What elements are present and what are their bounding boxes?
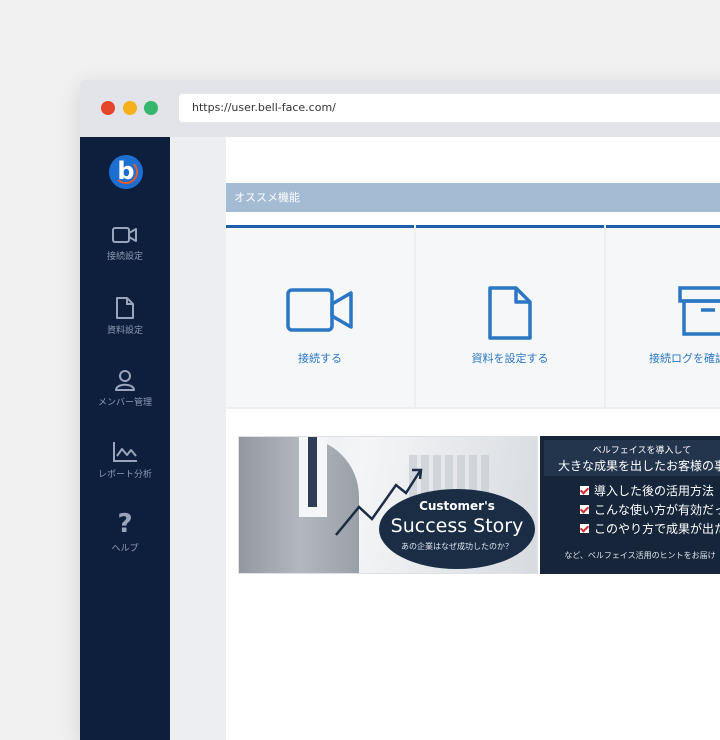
video-camera-icon bbox=[112, 227, 137, 243]
banner-footer: など、ベルフェイス活用のヒントをお届け bbox=[564, 551, 716, 560]
sidebar-item-member-management[interactable]: メンバー管理 bbox=[80, 369, 170, 408]
banner-heading: ベルフェイスを導入して 大きな成果を出したお客様の事 bbox=[544, 440, 720, 476]
sidebar-item-label: レポート分析 bbox=[97, 470, 152, 480]
help-icon: ? bbox=[117, 509, 133, 539]
sidebar-item-label: 資料設定 bbox=[106, 326, 143, 336]
section-title: オススメ機能 bbox=[226, 183, 720, 212]
feature-card-documents[interactable]: 資料を設定する bbox=[416, 225, 604, 407]
feature-card-label: 接続ログを確認 bbox=[649, 352, 720, 365]
banner-bullet-list: 導入した後の活用方法 こんな使い方が有効だっ このやり方で成果が出た bbox=[580, 482, 720, 539]
feature-card-label: 接続する bbox=[298, 352, 342, 365]
sidebar-item-help[interactable]: ? ヘルプ bbox=[80, 511, 170, 554]
feature-cards: 接続する 資料を設定する 接続ログを確認 bbox=[226, 225, 720, 409]
dashboard-panel: オススメ機能 接続する 資料を設定する 接続ログを確認 Customer's S… bbox=[226, 137, 720, 740]
sidebar: b 接続設定 資料設定 メンバー管理 レポート分析 ? ヘルプ bbox=[80, 137, 170, 740]
sidebar-item-label: メンバー管理 bbox=[97, 398, 152, 408]
address-bar[interactable]: https://user.bell-face.com/ bbox=[179, 94, 720, 122]
main-content: オススメ機能 接続する 資料を設定する 接続ログを確認 Customer's S… bbox=[170, 137, 720, 740]
browser-window: https://user.bell-face.com/ b 接続設定 資料設定 bbox=[80, 80, 720, 740]
sidebar-item-document-settings[interactable]: 資料設定 bbox=[80, 297, 170, 336]
promo-banner-area: Customer's Success Story あの企業はなぜ成功したのか？ … bbox=[226, 427, 720, 740]
app-logo[interactable]: b bbox=[109, 155, 143, 189]
feature-card-label: 資料を設定する bbox=[471, 352, 549, 365]
sidebar-item-label: ヘルプ bbox=[111, 544, 139, 554]
checkbox-icon bbox=[580, 505, 589, 514]
document-icon bbox=[488, 286, 532, 340]
list-item: 導入した後の活用方法 bbox=[580, 482, 720, 501]
sidebar-item-connection-settings[interactable]: 接続設定 bbox=[80, 225, 170, 262]
browser-titlebar: https://user.bell-face.com/ bbox=[80, 80, 720, 137]
success-story-banner[interactable]: Customer's Success Story あの企業はなぜ成功したのか？ bbox=[238, 436, 538, 574]
success-story-details[interactable]: ベルフェイスを導入して 大きな成果を出したお客様の事 導入した後の活用方法 こん… bbox=[540, 436, 720, 574]
sidebar-item-label: 接続設定 bbox=[106, 252, 143, 262]
video-camera-icon bbox=[286, 288, 353, 332]
checkbox-icon bbox=[580, 524, 589, 533]
archive-box-icon bbox=[678, 286, 720, 336]
minimize-window-button[interactable] bbox=[123, 101, 137, 115]
list-item: このやり方で成果が出た bbox=[580, 520, 720, 539]
chart-icon bbox=[113, 442, 137, 462]
list-item: こんな使い方が有効だっ bbox=[580, 501, 720, 520]
user-icon bbox=[115, 370, 135, 391]
feature-card-connection-log[interactable]: 接続ログを確認 bbox=[606, 225, 720, 407]
success-story-badge: Customer's Success Story あの企業はなぜ成功したのか？ bbox=[379, 489, 535, 569]
document-icon bbox=[116, 297, 134, 319]
close-window-button[interactable] bbox=[101, 101, 115, 115]
checkbox-icon bbox=[580, 486, 589, 495]
maximize-window-button[interactable] bbox=[144, 101, 158, 115]
sidebar-item-report-analysis[interactable]: レポート分析 bbox=[80, 441, 170, 480]
feature-card-connect[interactable]: 接続する bbox=[226, 225, 414, 407]
